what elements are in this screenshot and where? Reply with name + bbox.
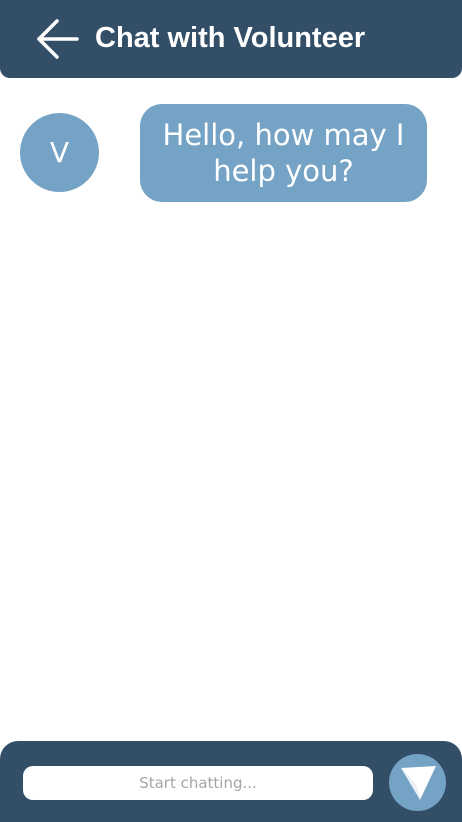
arrow-left-icon: [37, 19, 79, 59]
chat-screen: Chat with Volunteer V Hello, how may I h…: [0, 0, 462, 822]
message-row: V Hello, how may I help you?: [0, 104, 462, 204]
back-button[interactable]: [34, 17, 80, 61]
chat-input[interactable]: [23, 766, 373, 800]
app-header: Chat with Volunteer: [0, 0, 462, 78]
message-text: Hello, how may I help you?: [162, 118, 405, 188]
avatar: V: [20, 113, 99, 192]
page-title: Chat with Volunteer: [95, 22, 366, 54]
composer-bar: [0, 741, 462, 822]
message-bubble: Hello, how may I help you?: [140, 104, 427, 202]
send-button[interactable]: [389, 754, 446, 811]
send-icon: [400, 765, 436, 800]
avatar-initial: V: [49, 136, 70, 169]
